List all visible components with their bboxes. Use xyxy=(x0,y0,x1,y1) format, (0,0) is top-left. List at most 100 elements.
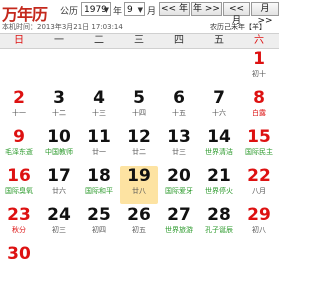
day-cell[interactable]: 10 中国教师 xyxy=(40,127,78,165)
lunar-date: 国际臭氧 xyxy=(5,187,33,195)
prev-year-button[interactable]: << 年 xyxy=(159,2,190,16)
day-cell[interactable]: 12 廿二 xyxy=(120,127,158,165)
day-cell[interactable]: 21 世界停火 xyxy=(200,166,238,204)
lunar-date: 廿六 xyxy=(52,187,66,195)
day-cell[interactable]: 16 国际臭氧 xyxy=(0,166,38,204)
day-number: 19 xyxy=(127,166,151,186)
lunar-date: 初四 xyxy=(92,226,106,234)
lunar-date: 国际爱牙 xyxy=(165,187,193,195)
lunar-date: 廿三 xyxy=(172,148,186,156)
lunar-date: 十五 xyxy=(172,109,186,117)
day-cell[interactable]: 18 国际和平 xyxy=(80,166,118,204)
lunar-date: 世界停火 xyxy=(205,187,233,195)
day-cell[interactable]: 9 毛泽东逝 xyxy=(0,127,38,165)
day-cell[interactable]: 26 初五 xyxy=(120,205,158,243)
day-number: 28 xyxy=(207,205,231,225)
day-number: 17 xyxy=(47,166,71,186)
year-label: 年 xyxy=(113,7,123,17)
day-number: 29 xyxy=(247,205,271,225)
day-cell[interactable]: 14 世界清洁 xyxy=(200,127,238,165)
day-number: 23 xyxy=(7,205,31,225)
day-cell[interactable]: 6 十五 xyxy=(160,88,198,126)
day-number: 11 xyxy=(87,127,111,147)
day-number: 26 xyxy=(127,205,151,225)
day-cell[interactable]: 4 十三 xyxy=(80,88,118,126)
next-month-button[interactable]: 月 >> xyxy=(251,2,279,26)
chevron-down-icon: ▼ xyxy=(137,6,143,14)
day-number: 13 xyxy=(167,127,191,147)
day-number: 1 xyxy=(253,49,265,69)
day-number: 9 xyxy=(13,127,25,147)
day-number: 3 xyxy=(53,88,65,108)
day-number: 18 xyxy=(87,166,111,186)
weekday-label: 四 xyxy=(174,35,184,46)
day-number: 6 xyxy=(173,88,185,108)
day-number: 7 xyxy=(213,88,225,108)
day-cell[interactable]: 2 十一 xyxy=(0,88,38,126)
day-number: 21 xyxy=(207,166,231,186)
lunar-date: 毛泽东逝 xyxy=(5,148,33,156)
day-number: 12 xyxy=(127,127,151,147)
day-cell[interactable]: 17 廿六 xyxy=(40,166,78,204)
lunar-date: 孔子诞辰 xyxy=(205,226,233,234)
day-cell[interactable]: 27 世界旅游 xyxy=(160,205,198,243)
calendar-type-label: 公历 xyxy=(60,7,79,17)
day-number: 10 xyxy=(47,127,71,147)
day-cell[interactable]: 8 白露 xyxy=(240,88,278,126)
prev-month-button[interactable]: << 月 xyxy=(223,2,250,26)
day-number: 5 xyxy=(133,88,145,108)
day-number: 4 xyxy=(93,88,105,108)
weekday-label: 日 xyxy=(14,35,24,46)
day-cell[interactable]: 20 国际爱牙 xyxy=(160,166,198,204)
weekday-label: 一 xyxy=(54,35,64,46)
day-cell[interactable]: 29 初八 xyxy=(240,205,278,243)
day-cell[interactable]: 25 初四 xyxy=(80,205,118,243)
day-number: 25 xyxy=(87,205,111,225)
toolbar: 万年历 公历 1979 ▼ 年 9 ▼ 月 << 年 年 >> << 月 月 >… xyxy=(0,0,279,26)
day-cell[interactable]: 30 xyxy=(0,244,38,282)
month-label: 月 xyxy=(147,7,157,17)
month-value: 9 xyxy=(127,5,133,15)
day-number: 30 xyxy=(7,244,31,264)
lunar-date: 世界清洁 xyxy=(205,148,233,156)
day-cell-selected[interactable]: 19 廿八 xyxy=(120,166,158,204)
day-cell[interactable]: 5 十四 xyxy=(120,88,158,126)
weekday-label: 五 xyxy=(214,35,224,46)
next-year-button[interactable]: 年 >> xyxy=(191,2,222,16)
day-number: 8 xyxy=(253,88,265,108)
day-cell[interactable]: 7 十六 xyxy=(200,88,238,126)
lunar-date: 八月 xyxy=(252,187,266,195)
lunar-date: 十六 xyxy=(212,109,226,117)
day-cell[interactable]: 23 秋分 xyxy=(0,205,38,243)
month-select[interactable]: 9 ▼ xyxy=(124,2,145,16)
day-number: 14 xyxy=(207,127,231,147)
lunar-date: 国际和平 xyxy=(85,187,113,195)
day-cell[interactable]: 11 廿一 xyxy=(80,127,118,165)
weekday-label: 三 xyxy=(134,35,144,46)
lunar-date: 廿八 xyxy=(132,187,146,195)
day-cell[interactable]: 13 廿三 xyxy=(160,127,198,165)
day-cell[interactable]: 28 孔子诞辰 xyxy=(200,205,238,243)
lunar-date: 十二 xyxy=(52,109,66,117)
lunar-date: 中国教师 xyxy=(45,148,73,156)
lunar-date: 十四 xyxy=(132,109,146,117)
day-cell[interactable]: 1 初十 xyxy=(240,49,278,87)
lunar-date: 初三 xyxy=(52,226,66,234)
weekday-label: 二 xyxy=(94,35,104,46)
day-cell[interactable]: 3 十二 xyxy=(40,88,78,126)
local-time: 本机时间：2013年3月21日 17:03:14 xyxy=(2,23,123,31)
year-select[interactable]: 1979 ▼ xyxy=(81,2,111,16)
lunar-date: 初五 xyxy=(132,226,146,234)
lunar-date: 十三 xyxy=(92,109,106,117)
day-cell[interactable]: 22 八月 xyxy=(240,166,278,204)
day-cell[interactable]: 15 国际民主 xyxy=(240,127,278,165)
day-number: 27 xyxy=(167,205,191,225)
lunar-date: 廿一 xyxy=(92,148,106,156)
day-number: 2 xyxy=(13,88,25,108)
lunar-date: 初八 xyxy=(252,226,266,234)
lunar-year: 农历己未年【羊】 xyxy=(210,23,266,31)
day-cell[interactable]: 24 初三 xyxy=(40,205,78,243)
day-number: 16 xyxy=(7,166,31,186)
lunar-date: 世界旅游 xyxy=(165,226,193,234)
lunar-date: 十一 xyxy=(12,109,26,117)
